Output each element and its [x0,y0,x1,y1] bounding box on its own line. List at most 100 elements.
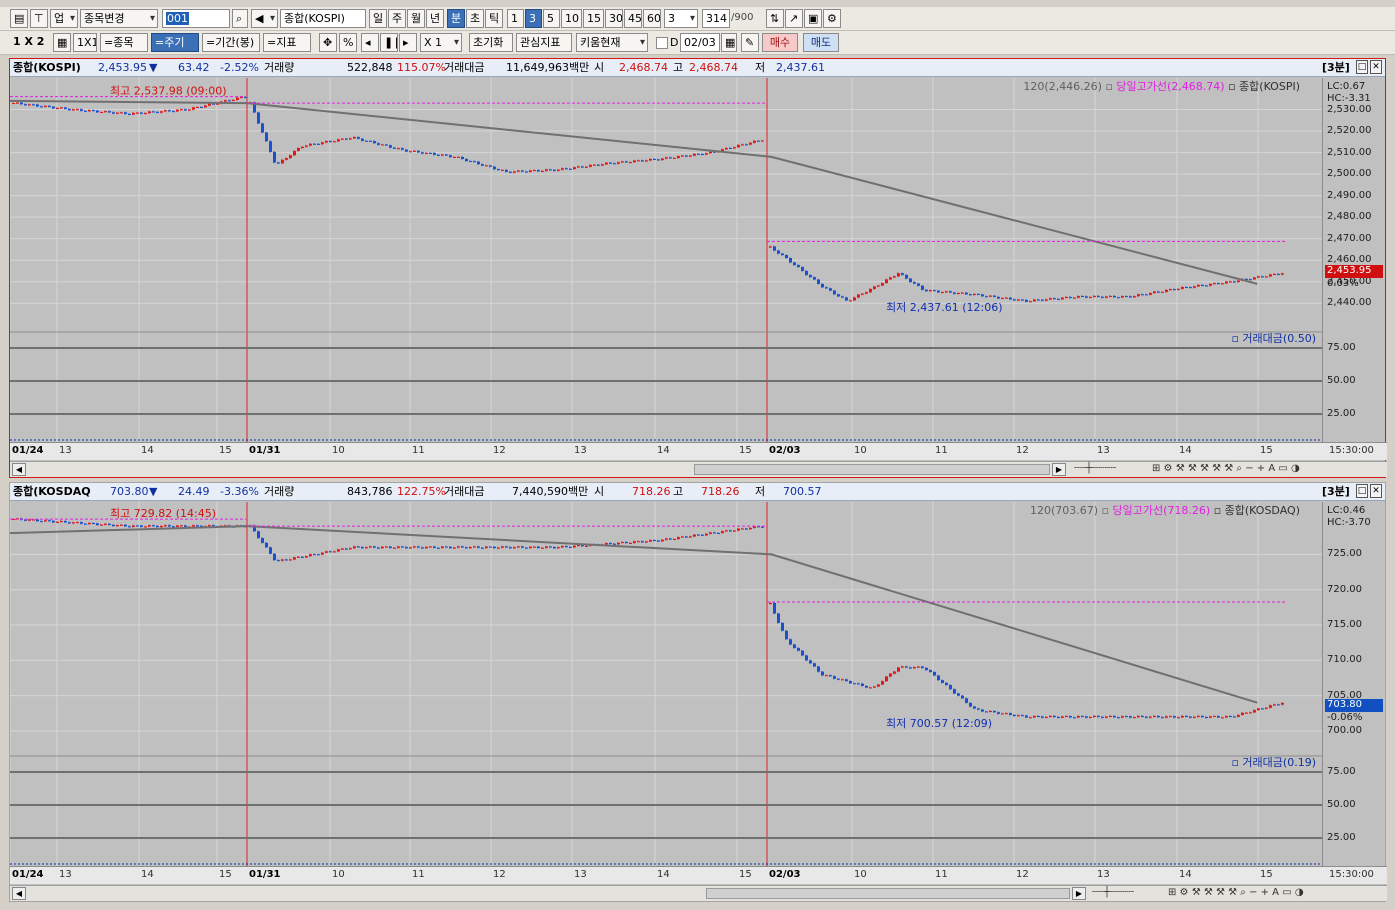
plot-area[interactable]: 최고 729.82 (14:45) 최저 700.57 (12:09) 120(70… [10,502,1323,866]
y-tick-label: 725.00 [1327,548,1362,560]
candle [521,170,524,172]
candle [281,559,284,561]
minute-count-select[interactable]: 3 [664,9,698,28]
minute-5[interactable]: 5 [543,9,560,28]
calendar-icon[interactable]: ▦ [721,33,737,52]
candle [537,170,540,172]
candle [669,157,672,159]
candle [1221,283,1224,285]
buy-button[interactable]: 매수 [762,33,798,52]
scroll-thumb[interactable] [706,888,1070,899]
candle [609,543,612,545]
move-icon[interactable]: ✥ [319,33,337,52]
candle [1269,274,1272,277]
candle [64,521,67,523]
maximize-icon[interactable]: □ [1356,484,1368,498]
sync-indicator-button[interactable]: =지표 [263,33,311,52]
volume-rate: 122.75% [397,485,446,498]
reset-button[interactable]: 초기화 [469,33,513,52]
zoom-slider[interactable]: ┄┄┼┄┄┄┄ [1092,887,1134,898]
candle [725,530,728,532]
close-icon[interactable]: ✕ [1370,484,1382,498]
layout-1x1[interactable]: 1X1 [73,33,97,52]
maximize-icon[interactable]: □ [1356,60,1368,74]
current-pct: -0.06% [1327,712,1363,723]
period-minute[interactable]: 분 [447,9,465,28]
sync-period-button[interactable]: =주기 [151,33,199,52]
scroll-right-icon[interactable]: ▶ [1052,463,1066,476]
sell-button[interactable]: 매도 [803,33,839,52]
chart-tools[interactable]: ⊞ ⚙ ⚒ ⚒ ⚒ ⚒ ⌕ − + A ▭ ◑ [1168,887,1304,898]
period-second[interactable]: 초 [466,9,484,28]
watch-indicator-button[interactable]: 관심지표 [516,33,572,52]
period-day[interactable]: 일 [369,9,387,28]
candle [305,556,308,558]
candle [549,169,552,171]
code-value: 001 [166,12,189,25]
scroll-right-icon[interactable]: ▶ [1072,887,1086,900]
candle [509,171,512,173]
period-year[interactable]: 년 [426,9,444,28]
zoom-select[interactable]: X 1 [420,33,462,52]
candle [957,293,960,295]
period-tick[interactable]: 틱 [485,9,503,28]
scrollbar[interactable]: ◀ ▶ ┄┄┼┄┄┄┄ ⊞ ⚙ ⚒ ⚒ ⚒ ⚒ ⚒ ⌕ − + A ▭ ◑ [10,461,1387,477]
market-type-select[interactable]: 업 [50,9,78,28]
pin-icon[interactable]: ⊤ [30,9,48,28]
minute-1[interactable]: 1 [507,9,524,28]
date-input[interactable]: 02/03 [680,33,720,52]
code-input[interactable]: 001 [162,9,230,28]
period-month[interactable]: 월 [407,9,425,28]
draw-icon[interactable]: ✎ [741,33,759,52]
candle [577,166,580,168]
trend-icon[interactable]: ↗ [785,9,803,28]
settings-icon[interactable]: ⚙ [823,9,841,28]
stock-change-select[interactable]: 종목변경 [80,9,158,28]
minute-30[interactable]: 30 [605,9,623,28]
minute-45[interactable]: 45 [624,9,642,28]
order-icon[interactable]: ⇅ [766,9,784,28]
candle [893,276,896,278]
close-icon[interactable]: ✕ [1370,60,1382,74]
period-week[interactable]: 주 [388,9,406,28]
candle [1097,295,1100,297]
minute-3[interactable]: 3 [525,9,542,28]
candle [317,554,320,556]
candle [889,673,892,677]
candle [629,162,632,164]
scroll-left-icon[interactable]: ◀ [12,887,26,900]
prev-icon[interactable]: ◂ [361,33,379,52]
scroll-thumb[interactable] [694,464,1050,475]
candle [917,283,920,286]
sound-icon[interactable]: ◀ [251,9,278,28]
candle [277,162,280,164]
next-icon[interactable]: ▸ [399,33,417,52]
pause-icon[interactable]: ❚❚ [380,33,398,52]
panel-header: 종합(KOSDAQ 703.80 ▼ 24.49 -3.36% 거래량 843,… [10,483,1385,501]
scrollbar[interactable]: ◀ ▶ ┄┄┼┄┄┄┄ ⊞ ⚙ ⚒ ⚒ ⚒ ⚒ ⌕ − + A ▭ ◑ [10,885,1387,901]
zoom-slider[interactable]: ┄┄┼┄┄┄┄ [1074,463,1116,474]
layout-1x2[interactable]: 1 X 2 [10,33,50,52]
chart-tools[interactable]: ⊞ ⚙ ⚒ ⚒ ⚒ ⚒ ⚒ ⌕ − + A ▭ ◑ [1152,463,1300,474]
candle [777,250,780,254]
plot-area[interactable]: 최고 2,537.98 (09:00) 최저 2,437.61 (12:06) 12… [10,78,1323,442]
sync-stock-button[interactable]: =종목 [100,33,148,52]
date-checkbox[interactable] [656,37,668,49]
bar-count-input[interactable]: 314 [702,9,730,28]
candle [148,525,151,527]
search-icon[interactable]: ⌕ [232,9,248,28]
scroll-left-icon[interactable]: ◀ [12,463,26,476]
sync-range-button[interactable]: =기간(봉) [202,33,260,52]
chart-window-icon[interactable]: ▤ [10,9,28,28]
kiwoom-current-select[interactable]: 키움현재 [576,33,648,52]
candle [585,166,588,168]
candle [677,156,680,158]
save-icon[interactable]: ▣ [804,9,822,28]
minute-10[interactable]: 10 [561,9,582,28]
minute-60[interactable]: 60 [643,9,661,28]
grid-icon[interactable]: ▦ [53,33,71,52]
percent-button[interactable]: % [339,33,357,52]
candle [1133,296,1136,298]
lc-label: LC:0.46 [1327,505,1366,516]
minute-15[interactable]: 15 [583,9,604,28]
